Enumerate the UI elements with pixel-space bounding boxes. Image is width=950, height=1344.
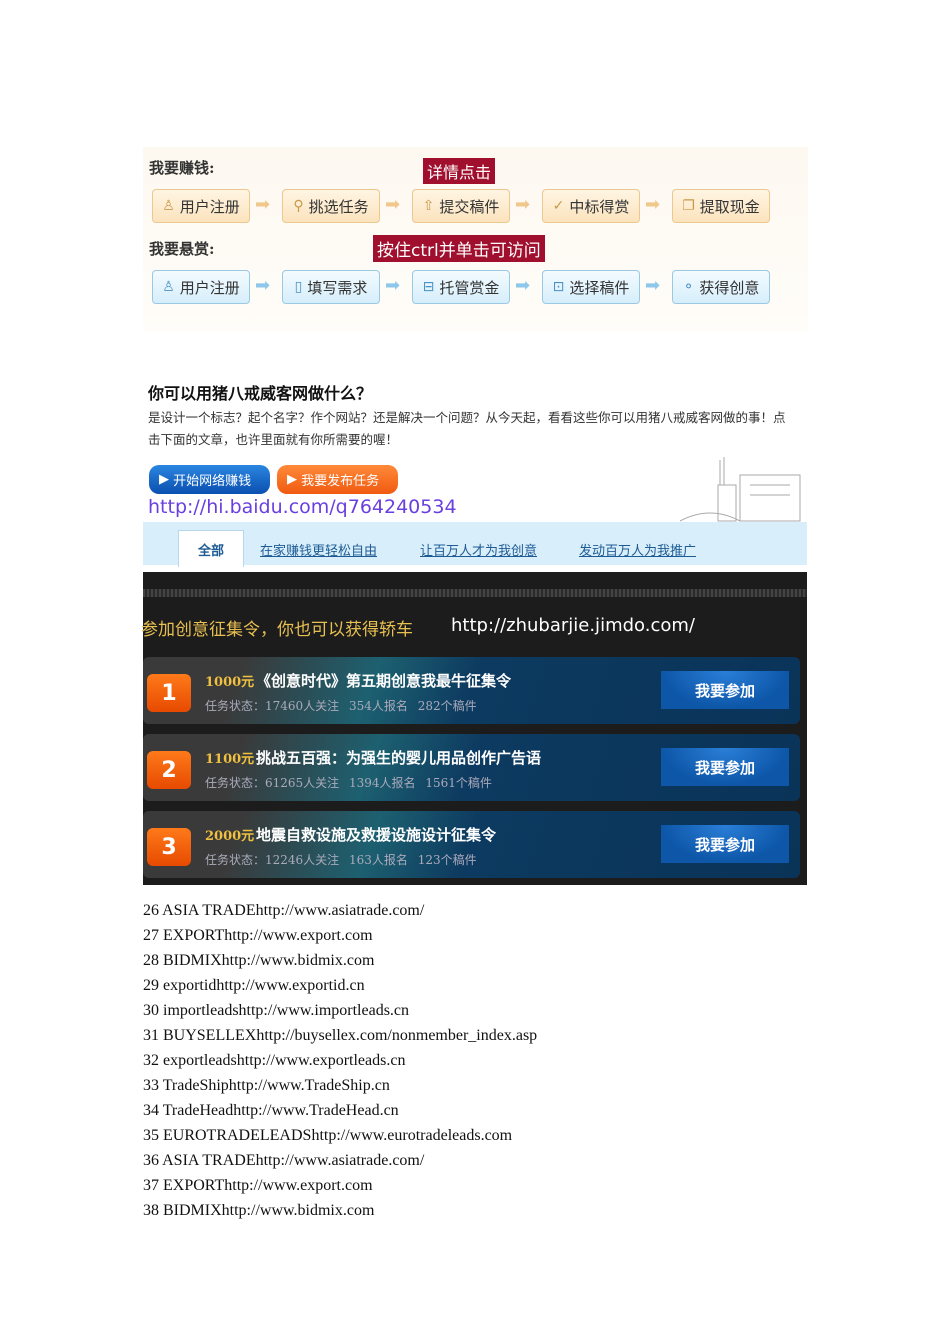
contest-status: 任务状态：12246人关注 163人报名 123个稿件 (205, 853, 477, 867)
step-4[interactable]: ⊡ 选择稿件 (542, 270, 640, 304)
arrow-right-icon: ➡ (255, 194, 271, 215)
step-label: 托管赏金 (439, 278, 500, 297)
step-2[interactable]: ⚲ 挑选任务 (282, 189, 380, 223)
contest-panel: 参加创意征集令，你也可以获得轿车 http://zhubarjie.jimdo.… (141, 572, 807, 885)
search-icon: ⚲ (293, 198, 304, 214)
contest-item: 1 1000元 《创意时代》第五期创意我最牛征集令 任务状态：17460人关注 … (143, 657, 800, 724)
start-earning-button[interactable]: ▶ 开始网络赚钱 (149, 465, 270, 494)
step-2[interactable]: ▯ 填写需求 (282, 270, 380, 304)
rank-badge: 3 (147, 828, 191, 866)
ctrl-click-hint: 按住ctrl并单击可访问 (373, 235, 545, 262)
step-label: 填写需求 (307, 278, 368, 297)
list-item: 34 TradeHeadhttp://www.TradeHead.cn (143, 1102, 399, 1119)
idea-icon: ⚬ (682, 279, 695, 295)
tab-promotion[interactable]: 发动百万人为我推广 (579, 540, 696, 559)
list-item: 30 importleadshttp://www.importleads.cn (143, 1002, 410, 1019)
trade-site-list: 26 ASIA TRADEhttp://www.asiatrade.com/27… (143, 898, 537, 1223)
intro-title: 你可以用猪八戒威客网做什么？ (148, 384, 373, 403)
step-1[interactable]: ♙ 用户注册 (152, 189, 250, 223)
contest-title[interactable]: 《创意时代》第五期创意我最牛征集令 (256, 670, 511, 691)
play-icon: ▶ (287, 472, 302, 487)
list-item: 35 EUROTRADELEADShttp://www.eurotradelea… (143, 1127, 513, 1144)
step-label: 用户注册 (179, 197, 240, 216)
prize-amount: 2000元 (205, 829, 255, 844)
join-button[interactable]: 我要参加 (661, 748, 789, 786)
upload-icon: ⇧ (422, 198, 435, 214)
join-button[interactable]: 我要参加 (661, 825, 789, 863)
step-3[interactable]: ⊟ 托管赏金 (412, 270, 510, 304)
cart-icon: ⊟ (422, 279, 435, 295)
arrow-right-icon: ➡ (515, 194, 531, 215)
list-item: 28 BIDMIXhttp://www.bidmix.com (143, 952, 375, 969)
step-label: 提交稿件 (439, 197, 500, 216)
list-item: 29 exportidhttp://www.exportid.cn (143, 977, 365, 994)
arrow-right-icon: ➡ (255, 275, 271, 296)
divider (143, 589, 807, 597)
contest-title[interactable]: 挑战五百强：为强生的婴儿用品创作广告语 (256, 747, 541, 768)
city-illustration-icon (680, 457, 801, 522)
reward-label: 我要悬赏: (149, 240, 215, 258)
check-icon: ✓ (552, 198, 565, 214)
step-4[interactable]: ✓ 中标得赏 (542, 189, 640, 223)
arrow-right-icon: ➡ (385, 194, 401, 215)
user-icon: ♙ (162, 198, 175, 214)
contest-item: 2 1100元 挑战五百强：为强生的婴儿用品创作广告语 任务状态：61265人关… (143, 734, 800, 801)
list-item: 33 TradeShiphttp://www.TradeShip.cn (143, 1077, 390, 1094)
list-item: 26 ASIA TRADEhttp://www.asiatrade.com/ (143, 902, 425, 919)
process-flow-panel: 我要赚钱: 详情点击 ♙ 用户注册 ➡ ⚲ 挑选任务 ➡ ⇧ 提交稿件 ➡ ✓ 中标得赏 ➡ ❐ 提取现金… (143, 147, 808, 332)
publish-task-label: 我要发布任务 (301, 474, 380, 489)
arrow-right-icon: ➡ (645, 275, 661, 296)
start-earning-label: 开始网络赚钱 (173, 474, 252, 489)
rank-badge: 1 (147, 674, 191, 712)
step-1[interactable]: ♙ 用户注册 (152, 270, 250, 304)
tab-earn-at-home[interactable]: 在家赚钱更轻松自由 (260, 540, 377, 559)
list-item: 38 BIDMIXhttp://www.bidmix.com (143, 1202, 375, 1219)
step-label: 选择稿件 (569, 278, 630, 297)
step-5[interactable]: ⚬ 获得创意 (672, 270, 770, 304)
earn-label: 我要赚钱: (149, 159, 215, 177)
step-3[interactable]: ⇧ 提交稿件 (412, 189, 510, 223)
prize-amount: 1100元 (205, 752, 255, 767)
step-label: 用户注册 (179, 278, 240, 297)
list-item: 32 exportleadshttp://www.exportleads.cn (143, 1052, 406, 1069)
step-label: 挑选任务 (308, 197, 369, 216)
step-label: 提取现金 (699, 197, 760, 216)
user-icon: ♙ (162, 279, 175, 295)
list-item: 36 ASIA TRADEhttp://www.asiatrade.com/ (143, 1152, 425, 1169)
document-icon: ▯ (294, 279, 303, 295)
arrow-right-icon: ➡ (385, 275, 401, 296)
folder-icon: ⊡ (552, 279, 565, 295)
rank-badge: 2 (147, 751, 191, 789)
contest-status: 任务状态：61265人关注 1394人报名 1561个稿件 (205, 776, 492, 790)
publish-task-button[interactable]: ▶ 我要发布任务 (277, 465, 398, 494)
page: 我要赚钱: 详情点击 ♙ 用户注册 ➡ ⚲ 挑选任务 ➡ ⇧ 提交稿件 ➡ ✓ 中标得赏 ➡ ❐ 提取现金… (0, 0, 950, 1344)
tab-creative[interactable]: 让百万人才为我创意 (420, 540, 537, 559)
step-label: 获得创意 (699, 278, 760, 297)
copy-icon: ❐ (682, 198, 695, 214)
list-item: 31 BUYSELLEXhttp://buysellex.com/nonmemb… (143, 1027, 538, 1044)
step-label: 中标得赏 (569, 197, 630, 216)
intro-text: 是设计一个标志？起个名字？作个网站？还是解决一个问题？从今天起，看看这些你可以用… (148, 410, 786, 447)
tab-all[interactable]: 全部 (178, 530, 244, 567)
baidu-url-link[interactable]: http://hi.baidu.com/q764240534 (148, 496, 457, 518)
list-item: 27 EXPORThttp://www.export.com (143, 927, 373, 944)
contest-title[interactable]: 地震自救设施及救援设施设计征集令 (256, 824, 496, 845)
contest-status: 任务状态：17460人关注 354人报名 282个稿件 (205, 699, 477, 713)
play-icon: ▶ (159, 472, 174, 487)
prize-amount: 1000元 (205, 675, 255, 690)
step-5[interactable]: ❐ 提取现金 (672, 189, 770, 223)
details-link[interactable]: 详情点击 (423, 158, 496, 184)
category-tabs: 全部 在家赚钱更轻松自由 让百万人才为我创意 发动百万人为我推广 (143, 522, 807, 567)
contest-url[interactable]: http://zhubarjie.jimdo.com/ (451, 615, 695, 636)
list-item: 37 EXPORThttp://www.export.com (143, 1177, 373, 1194)
arrow-right-icon: ➡ (515, 275, 531, 296)
arrow-right-icon: ➡ (645, 194, 661, 215)
join-button[interactable]: 我要参加 (661, 671, 789, 709)
contest-item: 3 2000元 地震自救设施及救援设施设计征集令 任务状态：12246人关注 1… (143, 811, 800, 878)
contest-heading: 参加创意征集令，你也可以获得轿车 (141, 620, 413, 640)
